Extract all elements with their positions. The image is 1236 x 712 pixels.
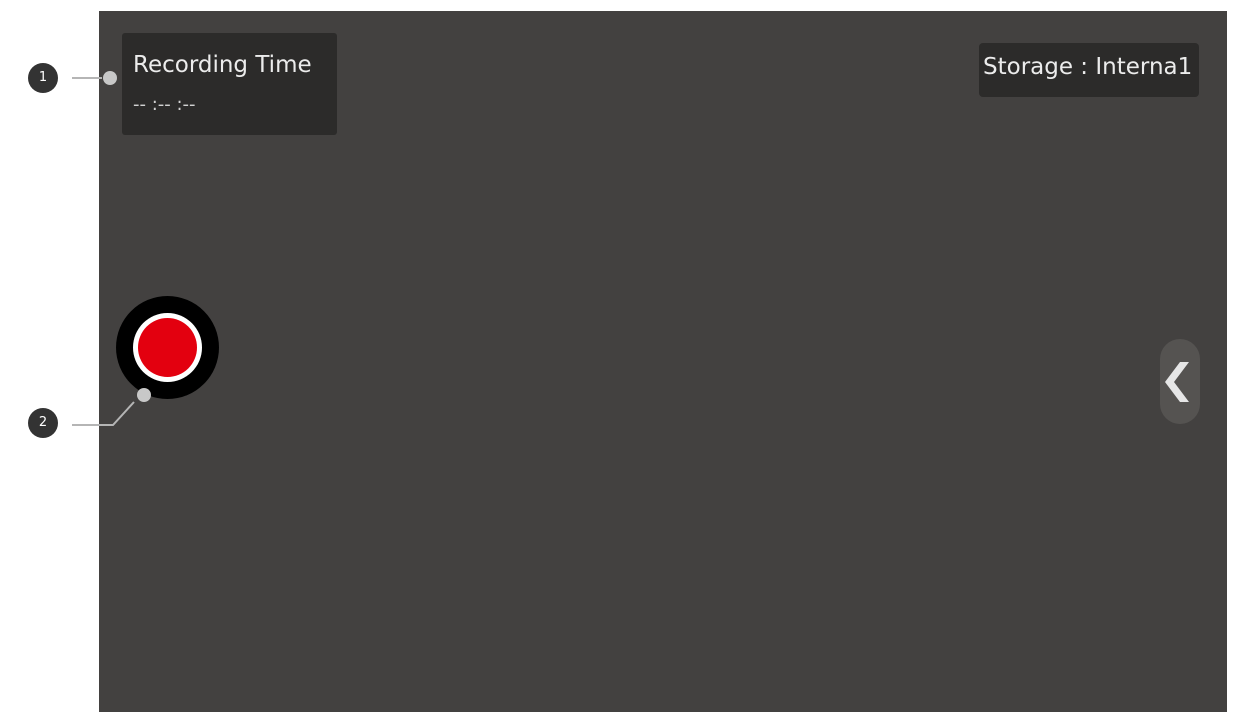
recording-time-panel: Recording Time -- :-- :--: [122, 33, 337, 135]
recording-time-value: -- :-- :--: [133, 94, 196, 115]
storage-label: Storage : Interna1: [983, 54, 1193, 80]
record-button[interactable]: [116, 296, 219, 399]
record-ring: [133, 313, 202, 382]
record-icon: [138, 318, 197, 377]
chevron-left-icon: [1165, 362, 1189, 402]
recording-time-label: Recording Time: [133, 52, 312, 78]
side-panel-toggle[interactable]: [1160, 339, 1200, 424]
callout-badge-2: 2: [28, 408, 58, 438]
callout-badge-1: 1: [28, 63, 58, 93]
storage-indicator[interactable]: Storage : Interna1: [979, 43, 1199, 97]
page: Recording Time -- :-- :-- Storage : Inte…: [0, 0, 1236, 712]
